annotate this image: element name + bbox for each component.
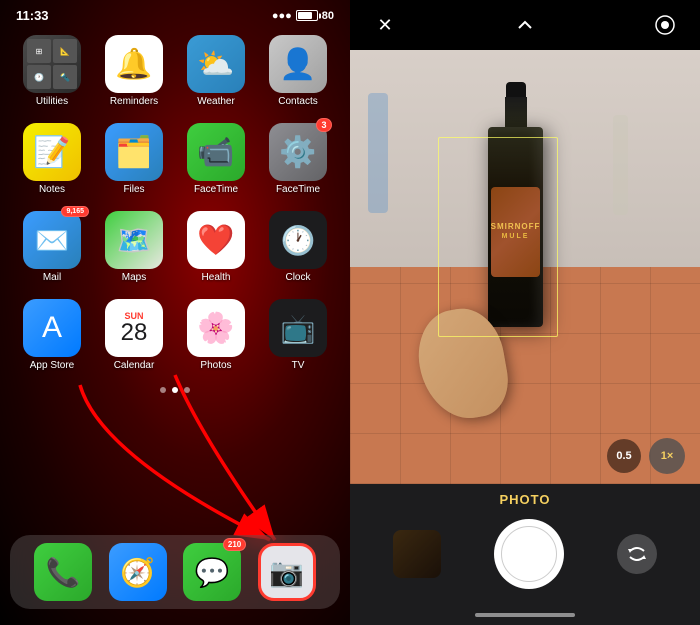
health-label: Health [202, 272, 231, 283]
maps-icon: 🗺️ [105, 211, 163, 269]
signal-icon: ●●● [272, 10, 292, 22]
chevron-up-icon[interactable] [510, 10, 540, 40]
app-appstore[interactable]: A App Store [16, 299, 88, 371]
dot-1 [160, 387, 166, 393]
app-photos[interactable]: 🌸 Photos [180, 299, 252, 371]
app-grid-row3: ✉️ 9,165 Mail 🗺️ Maps ❤️ Health 🕐 Clock [0, 203, 350, 291]
dot-2 [172, 387, 178, 393]
app-files[interactable]: 🗂️ Files [98, 123, 170, 195]
settings-badge: 3 [316, 118, 332, 132]
home-bar [475, 613, 575, 617]
app-utilities[interactable]: ⊞ 📐 🕐 🔦 Utilities [16, 35, 88, 107]
clock-icon: 🕐 [269, 211, 327, 269]
home-indicator [350, 605, 700, 625]
iphone-home-screen: 11:33 ●●● 80 ⊞ 📐 🕐 🔦 Utilities [0, 0, 350, 625]
weather-icon: ⛅ [187, 35, 245, 93]
camera-viewfinder[interactable]: SMIRNOFF MULE 0.5 1× [350, 50, 700, 484]
bottle-neck [505, 97, 527, 127]
mail-label: Mail [43, 272, 61, 283]
mail-badge: 9,165 [61, 206, 89, 217]
battery-icon [296, 10, 318, 21]
app-facetime[interactable]: 📹 FaceTime [180, 123, 252, 195]
photos-label: Photos [200, 360, 231, 371]
notes-icon: 📝 [23, 123, 81, 181]
app-grid-row4: A App Store SUN 28 Calendar 🌸 Photos 📺 T… [0, 291, 350, 379]
bottle-cap [506, 82, 526, 97]
tv-icon: 📺 [269, 299, 327, 357]
files-icon: 🗂️ [105, 123, 163, 181]
bg-bottle-1 [368, 93, 388, 213]
mail-icon: ✉️ 9,165 [23, 211, 81, 269]
calendar-icon: SUN 28 [105, 299, 163, 357]
app-reminders[interactable]: 🔔 Reminders [98, 35, 170, 107]
app-grid-row1: ⊞ 📐 🕐 🔦 Utilities 🔔 Reminders ⛅ Weather … [0, 27, 350, 115]
shutter-button[interactable] [494, 519, 564, 589]
reminders-icon: 🔔 [105, 35, 163, 93]
camera-controls [350, 515, 700, 597]
camera-mode-label: PHOTO [350, 492, 700, 515]
zoom-1x-btn[interactable]: 1× [649, 438, 685, 474]
app-tv[interactable]: 📺 TV [262, 299, 334, 371]
health-icon: ❤️ [187, 211, 245, 269]
dock-phone[interactable]: 📞 [34, 543, 92, 601]
app-settings[interactable]: ⚙️ 3 FaceTime [262, 123, 334, 195]
app-clock[interactable]: 🕐 Clock [262, 211, 334, 283]
dock-messages-wrapper: 💬 210 [183, 543, 241, 601]
dock-camera-wrapper: 📷 [258, 543, 316, 601]
dock-safari[interactable]: 🧭 [109, 543, 167, 601]
notes-label: Notes [39, 184, 65, 195]
dock-messages[interactable]: 💬 [183, 543, 241, 601]
app-contacts[interactable]: 👤 Contacts [262, 35, 334, 107]
app-health[interactable]: ❤️ Health [180, 211, 252, 283]
app-grid-row2: 📝 Notes 🗂️ Files 📹 FaceTime ⚙️ 3 FaceTim… [0, 115, 350, 203]
flash-off-icon[interactable]: ✕ [370, 10, 400, 40]
app-mail[interactable]: ✉️ 9,165 Mail [16, 211, 88, 283]
dock: 📞 🧭 💬 210 📷 [10, 535, 340, 609]
bg-bottle-2 [613, 115, 628, 215]
zoom-05-btn[interactable]: 0.5 [607, 439, 641, 473]
status-icons: ●●● 80 [272, 10, 334, 22]
clock: 11:33 [16, 8, 49, 23]
focus-box [438, 137, 558, 337]
contacts-label: Contacts [278, 96, 317, 107]
app-notes[interactable]: 📝 Notes [16, 123, 88, 195]
page-indicator [0, 379, 350, 397]
settings-label: FaceTime [276, 184, 320, 195]
photos-icon: 🌸 [187, 299, 245, 357]
dock-camera[interactable]: 📷 [258, 543, 316, 601]
messages-badge: 210 [223, 538, 246, 551]
app-weather[interactable]: ⛅ Weather [180, 35, 252, 107]
camera-view: ✕ [350, 0, 700, 625]
camera-top-bar: ✕ [350, 0, 700, 50]
tv-label: TV [292, 360, 305, 371]
dot-3 [184, 387, 190, 393]
files-label: Files [123, 184, 144, 195]
app-maps[interactable]: 🗺️ Maps [98, 211, 170, 283]
reminders-label: Reminders [110, 96, 158, 107]
contacts-icon: 👤 [269, 35, 327, 93]
appstore-label: App Store [30, 360, 74, 371]
clock-label: Clock [285, 272, 310, 283]
utilities-label: Utilities [36, 96, 68, 107]
weather-label: Weather [197, 96, 235, 107]
camera-scene: SMIRNOFF MULE 0.5 1× [350, 50, 700, 484]
app-calendar[interactable]: SUN 28 Calendar [98, 299, 170, 371]
status-bar: 11:33 ●●● 80 [0, 0, 350, 27]
calendar-label: Calendar [114, 360, 155, 371]
battery-pct: 80 [322, 10, 334, 22]
last-photo-thumbnail[interactable] [393, 530, 441, 578]
live-photo-icon[interactable] [650, 10, 680, 40]
calendar-date: 28 [121, 321, 148, 345]
facetime-label: FaceTime [194, 184, 238, 195]
utilities-icon: ⊞ 📐 🕐 🔦 [23, 35, 81, 93]
maps-label: Maps [122, 272, 146, 283]
facetime-icon: 📹 [187, 123, 245, 181]
flip-camera-button[interactable] [617, 534, 657, 574]
settings-icon: ⚙️ 3 [269, 123, 327, 181]
appstore-icon: A [23, 299, 81, 357]
camera-bottom-bar: PHOTO [350, 484, 700, 605]
zoom-indicator: 0.5 1× [607, 438, 685, 474]
